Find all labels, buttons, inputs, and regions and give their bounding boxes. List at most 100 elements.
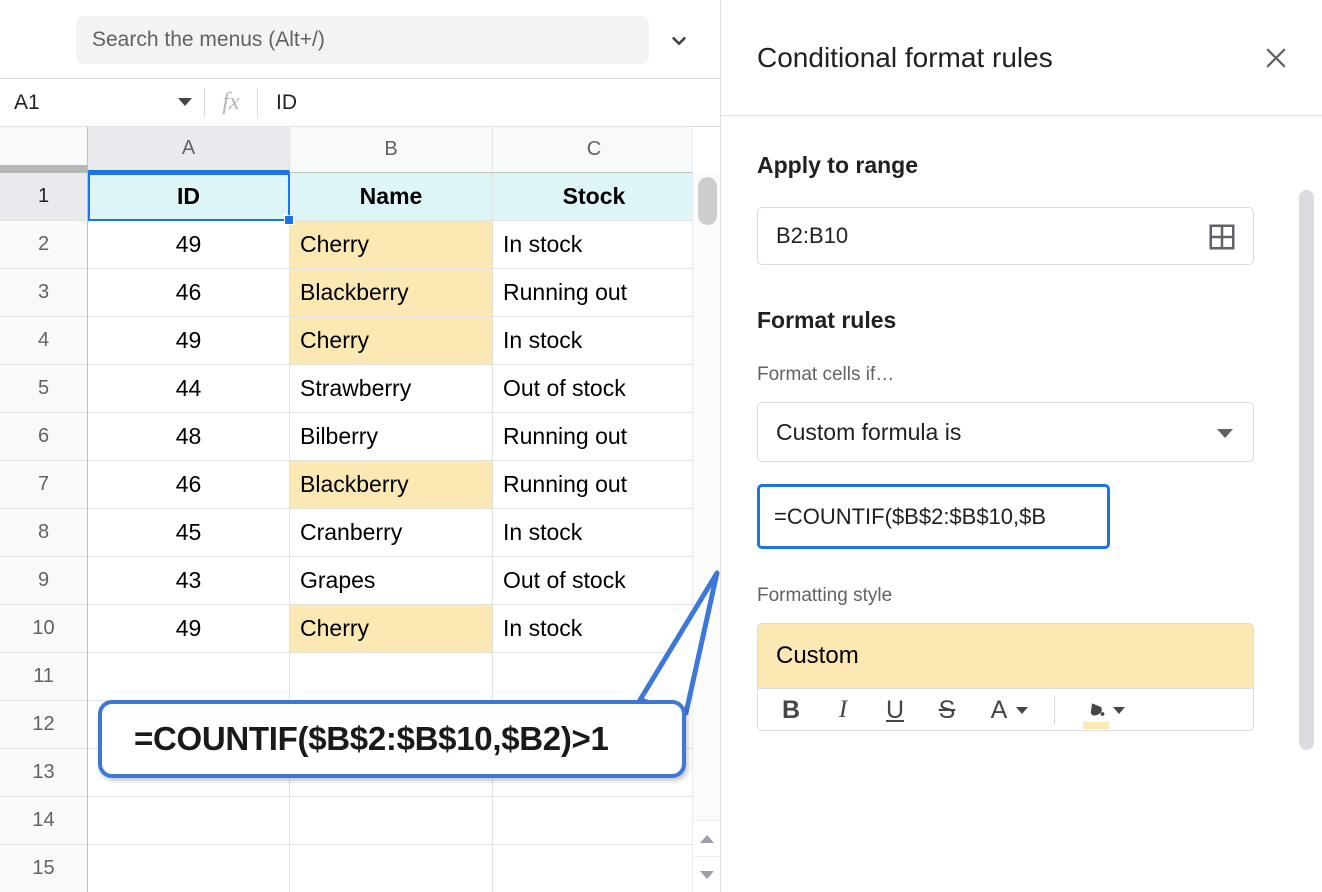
scroll-up-icon[interactable] [693, 820, 720, 856]
cell-A6[interactable]: 48 [88, 413, 290, 461]
cell-A9[interactable]: 43 [88, 557, 290, 605]
name-box-dropdown-icon[interactable] [178, 97, 192, 106]
cell-B8[interactable]: Cranberry [290, 509, 493, 557]
cell-C11[interactable] [493, 653, 696, 701]
text-color-button[interactable]: A [984, 694, 1014, 726]
name-box[interactable]: A1 [0, 79, 204, 127]
cell-A2[interactable]: 49 [88, 221, 290, 269]
scrollbar-thumb[interactable] [698, 177, 717, 225]
divider [257, 87, 258, 118]
cell-A3[interactable]: 46 [88, 269, 290, 317]
cell-A1[interactable]: ID [88, 173, 290, 221]
cell-C15[interactable] [493, 845, 696, 892]
panel-scrollbar-thumb[interactable] [1299, 190, 1314, 750]
column-header-b[interactable]: B [290, 127, 493, 173]
cell-B11[interactable] [290, 653, 493, 701]
cell-C8[interactable]: In stock [493, 509, 696, 557]
strikethrough-button[interactable]: S [932, 694, 962, 726]
cell-A5[interactable]: 44 [88, 365, 290, 413]
text-color-control[interactable]: A [984, 694, 1028, 726]
format-rules-heading: Format rules [757, 307, 897, 333]
fill-color-control[interactable] [1081, 694, 1125, 729]
cell-B6[interactable]: Bilberry [290, 413, 493, 461]
cell-B2[interactable]: Cherry [290, 221, 493, 269]
column-header-a[interactable]: A [88, 127, 290, 173]
cell-C5[interactable]: Out of stock [493, 365, 696, 413]
formula-input[interactable]: ID [276, 91, 297, 115]
row-header-6[interactable]: 6 [0, 413, 88, 461]
cell-B1[interactable]: Name [290, 173, 493, 221]
row-header-15[interactable]: 15 [0, 845, 88, 892]
row-header-1[interactable]: 1 [0, 173, 88, 221]
cell-B5[interactable]: Strawberry [290, 365, 493, 413]
cell-C7[interactable]: Running out [493, 461, 696, 509]
cell-B3[interactable]: Blackberry [290, 269, 493, 317]
chevron-down-icon[interactable] [1113, 706, 1125, 714]
row-header-10[interactable]: 10 [0, 605, 88, 653]
row-header-7[interactable]: 7 [0, 461, 88, 509]
bold-button[interactable]: B [776, 694, 806, 726]
row-header-12[interactable]: 12 [0, 701, 88, 749]
name-box-value: A1 [14, 90, 40, 114]
cell-B7[interactable]: Blackberry [290, 461, 493, 509]
cell-A14[interactable] [88, 797, 290, 845]
scroll-down-icon[interactable] [693, 856, 720, 892]
fill-handle[interactable] [284, 215, 294, 225]
select-all-corner[interactable] [0, 127, 88, 173]
cell-B14[interactable] [290, 797, 493, 845]
row-header-9[interactable]: 9 [0, 557, 88, 605]
cell-A7[interactable]: 46 [88, 461, 290, 509]
cell-C1[interactable]: Stock [493, 173, 696, 221]
row-header-14[interactable]: 14 [0, 797, 88, 845]
cell-A10[interactable]: 49 [88, 605, 290, 653]
formula-bar: A1 fx ID [0, 79, 720, 127]
panel-title: Conditional format rules [757, 41, 1053, 73]
underline-button[interactable]: U [880, 694, 910, 726]
range-input-value: B2:B10 [776, 223, 849, 248]
column-header-c[interactable]: C [493, 127, 696, 173]
google-sheets-window: A1 fx ID A B C 1IDNameStock249CherryIn s… [0, 0, 1322, 892]
fill-color-icon[interactable] [1081, 694, 1111, 729]
cell-C14[interactable] [493, 797, 696, 845]
conditional-format-panel: Conditional format rules Apply to range … [720, 0, 1322, 892]
cell-C4[interactable]: In stock [493, 317, 696, 365]
style-toolbar: B I U S A [758, 689, 1253, 730]
menu-search-box[interactable] [76, 16, 649, 64]
formatting-style-label: Formatting style [757, 585, 893, 606]
row-header-8[interactable]: 8 [0, 509, 88, 557]
chevron-down-icon[interactable] [1016, 706, 1028, 714]
row-header-4[interactable]: 4 [0, 317, 88, 365]
cell-A8[interactable]: 45 [88, 509, 290, 557]
cell-C2[interactable]: In stock [493, 221, 696, 269]
chevron-down-icon[interactable] [1217, 429, 1233, 438]
cell-C9[interactable]: Out of stock [493, 557, 696, 605]
corner-indicator [0, 165, 88, 173]
cell-C6[interactable]: Running out [493, 413, 696, 461]
condition-dropdown[interactable]: Custom formula is [757, 402, 1254, 462]
custom-formula-input[interactable]: =COUNTIF($B$2:$B$10,$B [757, 484, 1110, 549]
row-header-2[interactable]: 2 [0, 221, 88, 269]
row-header-3[interactable]: 3 [0, 269, 88, 317]
cell-B15[interactable] [290, 845, 493, 892]
italic-button[interactable]: I [828, 694, 858, 726]
range-input[interactable]: B2:B10 [757, 207, 1254, 265]
cell-C3[interactable]: Running out [493, 269, 696, 317]
scrollbar-track[interactable] [693, 173, 720, 820]
cell-A11[interactable] [88, 653, 290, 701]
close-icon[interactable] [1259, 41, 1293, 75]
row-header-13[interactable]: 13 [0, 749, 88, 797]
search-input[interactable] [92, 28, 608, 52]
grid-picker-icon[interactable] [1207, 222, 1237, 252]
panel-body: Apply to range B2:B10 Format rules Forma… [721, 116, 1322, 892]
callout-formula-text: =COUNTIF($B$2:$B$10,$B2)>1 [134, 720, 609, 757]
grid-vertical-scrollbar[interactable] [692, 127, 720, 892]
cell-A4[interactable]: 49 [88, 317, 290, 365]
cell-B4[interactable]: Cherry [290, 317, 493, 365]
cell-A15[interactable] [88, 845, 290, 892]
row-header-5[interactable]: 5 [0, 365, 88, 413]
row-header-11[interactable]: 11 [0, 653, 88, 701]
cell-B9[interactable]: Grapes [290, 557, 493, 605]
chevron-down-icon[interactable] [666, 28, 692, 54]
cell-B10[interactable]: Cherry [290, 605, 493, 653]
cell-C10[interactable]: In stock [493, 605, 696, 653]
